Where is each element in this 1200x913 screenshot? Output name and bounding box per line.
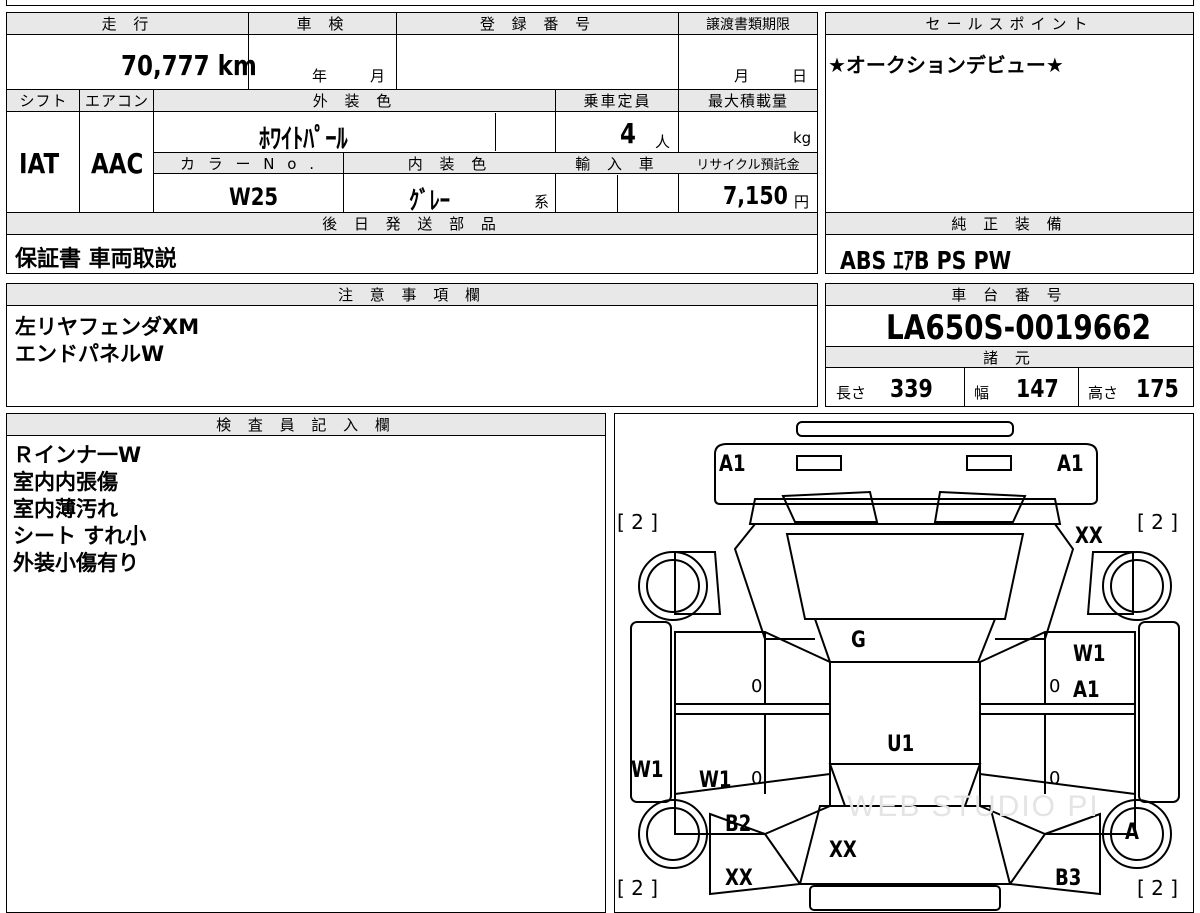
width-label: 幅: [974, 384, 990, 402]
watermark: WEB STUDIO PI: [847, 790, 1100, 823]
label-xx-front-right: XX: [1075, 524, 1103, 549]
car-outline-diagram: [630, 421, 1180, 911]
genuine-equipment-text: ABS ｴｱB PS PW: [840, 246, 1012, 275]
label-g: G: [851, 628, 866, 653]
exterior-color-header: 外 装 色: [154, 90, 556, 112]
caution-header: 注 意 事 項 欄: [7, 284, 817, 306]
chassis-no-value: LA650S-0019662: [886, 308, 1151, 348]
label-a-rear-right: A: [1125, 820, 1139, 845]
top-strip: [6, 0, 1194, 6]
height-label: 高さ: [1088, 384, 1119, 402]
sales-point-panel: セールスポイント ★オークションデビュー★ 純 正 装 備 ABS ｴｱB PS…: [825, 12, 1194, 275]
label-tire-fl: [ 2 ]: [617, 510, 659, 534]
mileage-header: 走 行: [7, 13, 249, 35]
label-w1-right-top: W1: [1073, 642, 1106, 667]
import-header: 輸 入 車: [556, 152, 679, 174]
inspection-header: 車 検: [249, 13, 397, 35]
max-load-header: 最大積載量: [679, 90, 817, 112]
capacity-value: 4: [620, 117, 636, 150]
capacity-unit: 人: [655, 133, 671, 151]
color-no-header: カ ラ ー N o .: [154, 152, 344, 174]
interior-color-header: 内 装 色: [344, 152, 556, 174]
interior-suffix: 系: [534, 193, 550, 211]
later-parts-text: 保証書 車両取説: [15, 247, 177, 272]
sales-point-header: セールスポイント: [826, 13, 1193, 35]
inspection-year-unit: 年: [312, 67, 328, 85]
vehicle-info-panel: 走 行 車 検 登 録 番 号 譲渡書類期限 70,777 km 年 月 月 日…: [6, 12, 818, 274]
length-value: 339: [890, 374, 933, 403]
caution-line-2: エンドパネルW: [15, 342, 165, 366]
registration-header: 登 録 番 号: [397, 13, 679, 35]
label-tire-rl: [ 2 ]: [617, 876, 659, 900]
transfer-deadline-header: 譲渡書類期限: [679, 13, 817, 35]
inspection-month-unit: 月: [370, 67, 386, 85]
label-tire-rr: [ 2 ]: [1137, 876, 1179, 900]
inspector-header: 検 査 員 記 入 欄: [7, 414, 605, 436]
label-zero-4: 0: [1049, 768, 1061, 789]
label-w1-left-door: W1: [699, 768, 732, 793]
specs-header: 諸 元: [826, 346, 1193, 368]
label-a1-right: A1: [1057, 452, 1084, 477]
shift-value: IAT: [19, 147, 60, 180]
label-xx-rear-left: XX: [725, 866, 753, 891]
chassis-panel: 車 台 番 号 LA650S-0019662 諸 元 長さ 339 幅 147 …: [825, 283, 1194, 407]
width-value: 147: [1016, 374, 1059, 403]
length-label: 長さ: [836, 384, 867, 402]
mileage-value: 70,777 km: [121, 49, 257, 82]
label-b2: B2: [725, 812, 752, 837]
chassis-no-header: 車 台 番 号: [826, 284, 1193, 306]
recycle-fee-header: リサイクル預託金: [679, 152, 817, 174]
later-parts-header: 後 日 発 送 部 品: [7, 213, 817, 235]
aircon-header: エアコン: [80, 90, 154, 112]
deadline-month-unit: 月: [734, 67, 750, 85]
label-zero-2: 0: [1049, 676, 1061, 697]
exterior-color-value: ﾎﾜｲﾄﾊﾟｰﾙ: [259, 124, 348, 155]
caution-line-1: 左リヤフェンダXM: [15, 315, 200, 339]
label-w1-left-side: W1: [631, 758, 664, 783]
inspector-line-3: 室内薄汚れ: [13, 497, 118, 521]
label-a1-right-door: A1: [1073, 678, 1100, 703]
capacity-header: 乗車定員: [556, 90, 679, 112]
shift-header: シフト: [7, 90, 80, 112]
recycle-fee-value: 7,150: [723, 181, 788, 210]
height-value: 175: [1136, 374, 1179, 403]
color-no-value: W25: [229, 183, 279, 211]
inspector-line-1: Ｒインナ一W: [13, 443, 142, 467]
label-tire-fr: [ 2 ]: [1137, 510, 1179, 534]
sales-point-text: ★オークションデビュー★: [828, 53, 1064, 77]
label-u1: U1: [887, 732, 915, 757]
damage-diagram-panel: A1 A1 [ 2 ] [ 2 ] XX G W1 A1 0 0 U1 W1 W…: [614, 413, 1194, 913]
genuine-equipment-header: 純 正 装 備: [826, 213, 1193, 235]
aircon-value: AAC: [91, 147, 144, 180]
recycle-fee-unit: 円: [794, 193, 810, 211]
deadline-day-unit: 日: [792, 67, 808, 85]
label-b3: B3: [1055, 866, 1082, 891]
label-a1-left: A1: [719, 452, 746, 477]
caution-panel: 注 意 事 項 欄 左リヤフェンダXM エンドパネルW: [6, 283, 818, 407]
inspector-line-4: シート すれ小: [13, 524, 147, 548]
label-xx-rear-center: XX: [829, 838, 857, 863]
max-load-unit: kg: [793, 129, 812, 147]
inspector-panel: 検 査 員 記 入 欄 Ｒインナ一W 室内内張傷 室内薄汚れ シート すれ小 外…: [6, 413, 606, 913]
label-zero-1: 0: [751, 676, 763, 697]
label-zero-3: 0: [751, 768, 763, 789]
inspector-line-5: 外装小傷有り: [13, 551, 139, 575]
inspector-line-2: 室内内張傷: [13, 470, 118, 494]
